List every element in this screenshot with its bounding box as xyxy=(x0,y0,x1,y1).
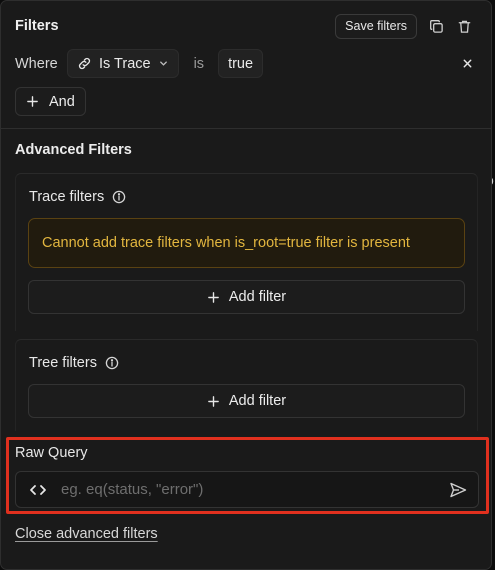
tree-filters-header: Tree filters xyxy=(29,355,119,371)
chevron-down-icon xyxy=(158,58,169,69)
filters-header: Filters Save filters xyxy=(15,13,473,39)
trash-icon[interactable] xyxy=(455,17,473,35)
field-selector[interactable]: Is Trace xyxy=(67,49,179,78)
add-tree-filter-button[interactable]: Add filter xyxy=(28,384,465,418)
add-and-condition-button[interactable]: And xyxy=(15,87,86,116)
close-icon[interactable] xyxy=(462,58,473,69)
filter-condition-row: Where Is Trace is true xyxy=(15,49,477,78)
value-chip[interactable]: true xyxy=(218,49,264,78)
trace-filters-warning: Cannot add trace filters when is_root=tr… xyxy=(28,218,465,268)
copy-icon[interactable] xyxy=(427,17,445,35)
send-icon[interactable] xyxy=(448,480,468,500)
plus-icon xyxy=(207,395,220,408)
trace-filters-section: Trace filters Cannot add trace filters w… xyxy=(15,173,478,331)
field-label: Is Trace xyxy=(99,55,151,72)
operator-label[interactable]: is xyxy=(194,56,204,72)
add-filter-label: Add filter xyxy=(228,393,287,409)
add-filter-label: Add filter xyxy=(228,289,287,305)
raw-query-input[interactable] xyxy=(61,481,448,498)
tree-filters-section: Tree filters Add filter xyxy=(15,339,478,431)
trace-filters-header: Trace filters xyxy=(29,189,126,205)
where-label: Where xyxy=(15,55,58,72)
link-icon xyxy=(77,56,92,71)
close-advanced-filters-link[interactable]: Close advanced filters xyxy=(15,526,158,542)
save-filters-button[interactable]: Save filters xyxy=(335,13,417,39)
and-label: And xyxy=(49,93,75,110)
filters-title: Filters xyxy=(15,18,59,34)
filters-panel: Filters Save filters Where Is Trace is t… xyxy=(0,0,492,570)
header-actions: Save filters xyxy=(335,13,473,39)
plus-icon xyxy=(207,291,220,304)
code-icon xyxy=(29,483,47,497)
raw-query-field[interactable] xyxy=(15,471,479,508)
divider xyxy=(1,128,491,129)
tree-filters-label: Tree filters xyxy=(29,355,97,371)
plus-icon xyxy=(26,95,39,108)
raw-query-label: Raw Query xyxy=(15,445,88,461)
add-trace-filter-button[interactable]: Add filter xyxy=(28,280,465,314)
trace-filters-label: Trace filters xyxy=(29,189,105,205)
raw-query-section: Raw Query xyxy=(6,437,489,514)
info-icon[interactable] xyxy=(112,190,126,204)
info-icon[interactable] xyxy=(105,356,119,370)
advanced-filters-title: Advanced Filters xyxy=(15,142,132,158)
